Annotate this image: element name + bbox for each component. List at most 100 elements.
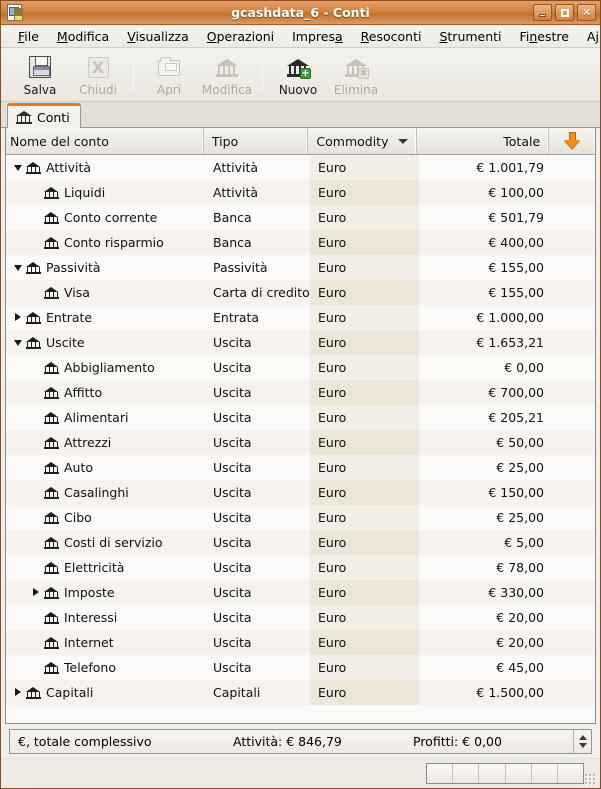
table-row[interactable]: VisaCarta di creditoEuro€ 155,00 — [6, 280, 595, 305]
spinner-down-icon[interactable] — [579, 743, 587, 748]
table-row[interactable]: CasalinghiUscitaEuro€ 150,00 — [6, 480, 595, 505]
menu-visualizza[interactable]: Visualizza — [118, 27, 198, 46]
cell-total: € 5,00 — [419, 530, 552, 555]
tab-strip: Conti — [1, 102, 600, 128]
title-bar[interactable]: gcashdata_6 - Conti ✕ — [1, 1, 600, 25]
expander-closed-icon[interactable] — [10, 310, 26, 326]
menu-aiuto[interactable]: Ajuto — [578, 27, 600, 46]
table-row[interactable]: AutoUscitaEuro€ 25,00 — [6, 455, 595, 480]
expander-closed-icon[interactable] — [10, 685, 26, 701]
table-row[interactable]: InteressiUscitaEuro€ 20,00 — [6, 605, 595, 630]
menu-resoconti[interactable]: Resoconti — [352, 27, 431, 46]
bank-icon — [44, 187, 59, 199]
toolbar-open-button[interactable]: Apri — [140, 51, 198, 99]
summary-profits: Profitti: € 0,00 — [413, 734, 573, 749]
table-row[interactable]: InternetUscitaEuro€ 20,00 — [6, 630, 595, 655]
table-row[interactable]: TelefonoUscitaEuro€ 45,00 — [6, 655, 595, 680]
bank-icon — [44, 412, 59, 424]
expander-closed-icon[interactable] — [28, 585, 44, 601]
resize-grip[interactable] — [584, 773, 597, 786]
spinner-up-icon[interactable] — [579, 735, 587, 740]
toolbar-close-button[interactable]: X Chiudi — [69, 51, 127, 99]
table-row[interactable]: CiboUscitaEuro€ 25,00 — [6, 505, 595, 530]
table-row[interactable]: Conto correnteBancaEuro€ 501,79 — [6, 205, 595, 230]
toolbar: Salva X Chiudi Apri Modifica + — [1, 48, 600, 102]
cell-account-type: Uscita — [205, 505, 310, 530]
table-row[interactable]: AlimentariUscitaEuro€ 205,21 — [6, 405, 595, 430]
expander-open-icon[interactable] — [10, 260, 26, 276]
cell-commodity: Euro — [310, 280, 419, 305]
bank-icon — [44, 387, 59, 399]
expander-open-icon[interactable] — [10, 335, 26, 351]
table-row[interactable]: AbbigliamentoUscitaEuro€ 0,00 — [6, 355, 595, 380]
menu-file[interactable]: File — [9, 27, 48, 46]
table-row[interactable]: AttrezziUscitaEuro€ 50,00 — [6, 430, 595, 455]
column-header-type[interactable]: Tipo — [204, 128, 308, 154]
cell-spacer — [552, 680, 595, 705]
table-row[interactable]: UsciteUscitaEuro€ 1.653,21 — [6, 330, 595, 355]
table-row[interactable]: LiquidiAttivitàEuro€ 100,00 — [6, 180, 595, 205]
expander-open-icon[interactable] — [10, 160, 26, 176]
column-header-name[interactable]: Nome del conto — [6, 128, 204, 154]
account-name-label: Attività — [46, 160, 91, 175]
expander-placeholder — [28, 385, 44, 401]
cell-commodity: Euro — [310, 630, 419, 655]
cell-account-name: Attività — [6, 155, 205, 180]
minimize-button[interactable] — [533, 4, 552, 21]
cell-account-name: Imposte — [6, 580, 205, 605]
account-name-label: Attrezzi — [64, 435, 111, 450]
table-row[interactable]: PassivitàPassivitàEuro€ 155,00 — [6, 255, 595, 280]
cell-account-type: Uscita — [205, 530, 310, 555]
menu-strumenti[interactable]: Strumenti — [430, 27, 510, 46]
expander-placeholder — [28, 460, 44, 476]
cell-total: € 1.653,21 — [419, 330, 552, 355]
toolbar-delete-label: Elimina — [334, 83, 378, 97]
cell-spacer — [552, 630, 595, 655]
summary-spinner[interactable] — [573, 730, 591, 753]
close-button[interactable]: ✕ — [577, 4, 596, 21]
cell-account-name: Attrezzi — [6, 430, 205, 455]
maximize-button[interactable] — [555, 4, 574, 21]
cell-account-type: Banca — [205, 230, 310, 255]
toolbar-delete-button[interactable]: x Elimina — [327, 51, 385, 99]
menu-impresa[interactable]: Impresa — [283, 27, 352, 46]
table-row[interactable]: ImposteUscitaEuro€ 330,00 — [6, 580, 595, 605]
column-header-commodity[interactable]: Commodity — [308, 128, 416, 154]
cell-total: € 78,00 — [419, 555, 552, 580]
cell-account-name: Telefono — [6, 655, 205, 680]
cell-spacer — [552, 505, 595, 530]
menu-modifica[interactable]: Modifica — [48, 27, 118, 46]
menu-operazioni[interactable]: Operazioni — [198, 27, 283, 46]
expander-placeholder — [28, 210, 44, 226]
menu-bar: File Modifica Visualizza Operazioni Impr… — [1, 26, 600, 48]
toolbar-new-button[interactable]: + Nuovo — [269, 51, 327, 99]
column-chooser-button[interactable] — [549, 128, 595, 154]
cell-spacer — [552, 280, 595, 305]
cell-total: € 330,00 — [419, 580, 552, 605]
table-row[interactable]: Costi di servizioUscitaEuro€ 5,00 — [6, 530, 595, 555]
bank-delete-icon: x — [343, 55, 369, 80]
table-row[interactable]: CapitaliCapitaliEuro€ 1.500,00 — [6, 680, 595, 705]
expander-placeholder — [28, 610, 44, 626]
cell-account-type: Uscita — [205, 555, 310, 580]
table-row[interactable]: AffittoUscitaEuro€ 700,00 — [6, 380, 595, 405]
toolbar-save-button[interactable]: Salva — [11, 51, 69, 99]
account-name-label: Casalinghi — [64, 485, 129, 500]
status-bar — [1, 758, 600, 788]
cell-spacer — [552, 430, 595, 455]
table-row[interactable]: AttivitàAttivitàEuro€ 1.001,79 — [6, 155, 595, 180]
cell-account-type: Uscita — [205, 430, 310, 455]
table-row[interactable]: Conto risparmioBancaEuro€ 400,00 — [6, 230, 595, 255]
menu-finestre[interactable]: Finestre — [511, 27, 578, 46]
cell-total: € 1.500,00 — [419, 680, 552, 705]
cell-account-type: Carta di credito — [205, 280, 310, 305]
table-row[interactable]: ElettricitàUscitaEuro€ 78,00 — [6, 555, 595, 580]
cell-commodity: Euro — [310, 655, 419, 680]
window-title: gcashdata_6 - Conti — [1, 5, 600, 20]
table-row[interactable]: EntrateEntrataEuro€ 1.000,00 — [6, 305, 595, 330]
column-header-total[interactable]: Totale — [417, 128, 549, 154]
toolbar-edit-button[interactable]: Modifica — [198, 51, 256, 99]
expander-placeholder — [28, 635, 44, 651]
cell-commodity: Euro — [310, 180, 419, 205]
tab-conti[interactable]: Conti — [7, 103, 81, 128]
